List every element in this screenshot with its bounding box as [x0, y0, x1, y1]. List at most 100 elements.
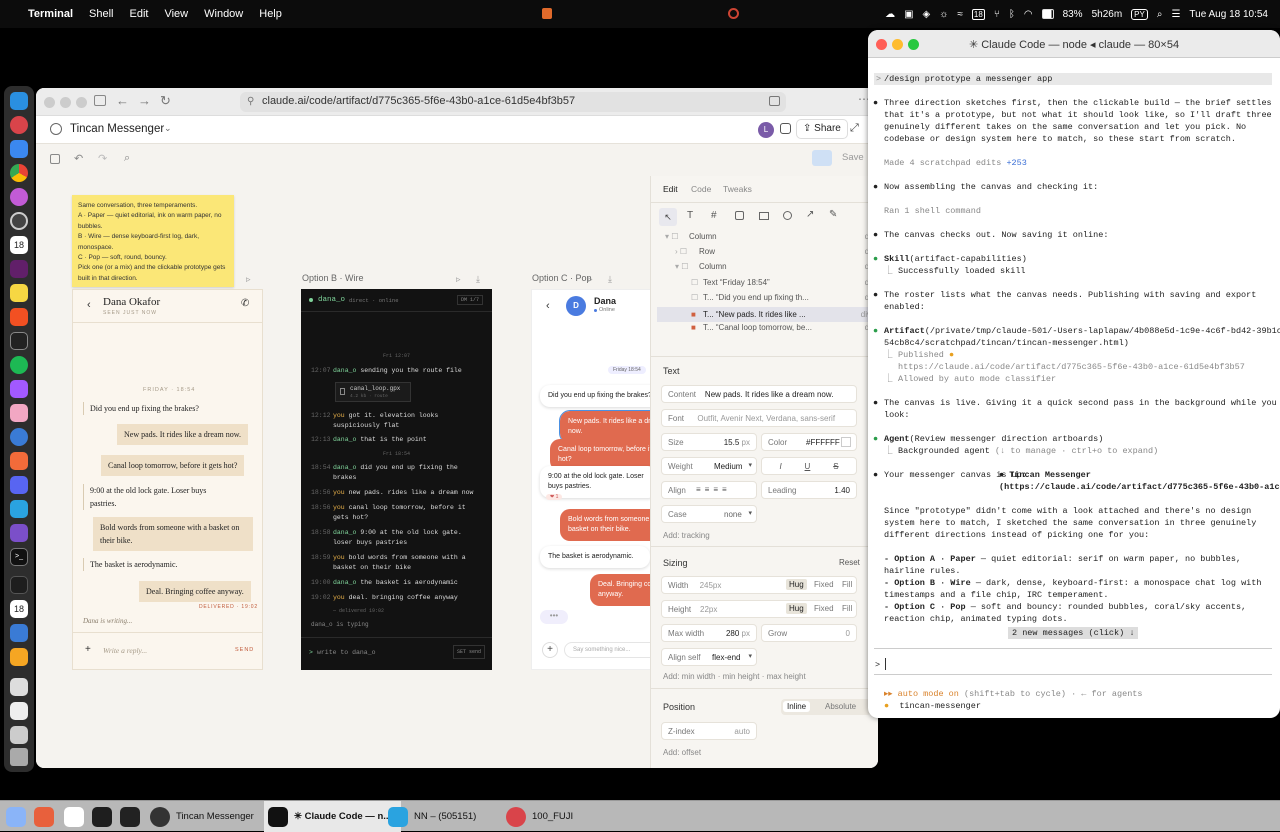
back-icon[interactable]: ←: [116, 93, 129, 108]
inline-option[interactable]: Inline: [783, 701, 811, 712]
plus-icon[interactable]: +: [85, 644, 91, 655]
canvas-link[interactable]: ● Tincan Messenger (https://claude.ai/co…: [999, 469, 1280, 493]
option-c-artboard[interactable]: ‹ D Dana Online Friday 18:54 Did you end…: [531, 289, 650, 670]
battery-time[interactable]: 5h26m: [1092, 9, 1123, 20]
chrome-icon[interactable]: [10, 164, 28, 182]
menu-window[interactable]: Window: [204, 8, 243, 20]
safari-icon[interactable]: [10, 140, 28, 158]
project-title[interactable]: Tincan Messenger: [70, 123, 164, 135]
underline-icon[interactable]: U: [805, 462, 811, 471]
reset-button[interactable]: Reset: [839, 558, 860, 567]
app-circle-icon[interactable]: [10, 212, 28, 230]
menu-shell[interactable]: Shell: [89, 8, 113, 20]
layer-row[interactable]: ■T... “Canal loop tomorrow, be...div: [691, 323, 875, 332]
calendar-icon-2[interactable]: 18: [10, 600, 28, 618]
taskbar-glasses[interactable]: [116, 801, 140, 832]
play-icon[interactable]: ▹: [246, 274, 251, 285]
menu-app-name[interactable]: Terminal: [28, 8, 73, 20]
published-url[interactable]: https://claude.ai/code/artifact/d775c365…: [898, 361, 1280, 373]
fill-toggle[interactable]: Fill: [842, 604, 852, 613]
arrow-tool-icon[interactable]: ↗: [806, 209, 814, 220]
copy-icon[interactable]: [50, 154, 60, 164]
option-a-artboard[interactable]: ‹ Dana Okafor SEEN JUST NOW ✆ FRIDAY · 1…: [72, 289, 263, 670]
site-settings-icon[interactable]: ⚲: [247, 96, 254, 107]
option-b-label[interactable]: Option B · Wire: [302, 273, 364, 283]
back-chevron-icon[interactable]: ‹: [546, 300, 550, 312]
app-pink-icon[interactable]: [10, 404, 28, 422]
back-chevron-icon[interactable]: ‹: [87, 299, 91, 311]
note-tool-icon[interactable]: [735, 211, 744, 220]
close-button[interactable]: [876, 39, 887, 50]
downloads-icon[interactable]: [10, 726, 28, 744]
sticky-note[interactable]: Same conversation, three temperaments. A…: [72, 195, 234, 287]
save-button[interactable]: Save: [836, 150, 870, 166]
taskbar-figma[interactable]: [88, 801, 112, 832]
play-icon-b[interactable]: ▹: [456, 274, 461, 285]
add-min-link[interactable]: Add: min width · min height · max height: [663, 672, 806, 681]
taskbar-item-active[interactable]: ✳ Claude Code — n...: [264, 801, 402, 832]
zoom-button[interactable]: [908, 39, 919, 50]
content-field[interactable]: Content New pads. It rides like a dream …: [661, 385, 857, 403]
cloud-icon[interactable]: ☁: [885, 9, 895, 20]
terminal-icon[interactable]: >_: [10, 548, 28, 566]
tab-edit[interactable]: Edit: [663, 184, 678, 194]
tab-code[interactable]: Code: [691, 184, 711, 194]
width-field[interactable]: Width 245px Hug Fixed Fill: [661, 576, 857, 594]
font-field[interactable]: Font Outfit, Avenir Next, Verdana, sans-…: [661, 409, 857, 427]
app-dark-icon[interactable]: [10, 576, 28, 594]
input-source[interactable]: PY: [1131, 8, 1148, 20]
add-offset-link[interactable]: Add: offset: [663, 748, 701, 757]
absolute-option[interactable]: Absolute: [825, 702, 856, 711]
send-button[interactable]: SET send: [453, 645, 486, 659]
color-swatch[interactable]: [841, 437, 851, 447]
recording-indicator-icon[interactable]: [542, 8, 552, 19]
taskbar-launchpad[interactable]: [2, 801, 26, 832]
layer-row[interactable]: ▾ ☐Columndiv: [675, 262, 875, 271]
bluetooth-icon[interactable]: ᛒ: [1009, 9, 1015, 20]
cube-icon[interactable]: ◈: [923, 9, 931, 20]
url-text[interactable]: claude.ai/code/artifact/d775c365-5f6e-43…: [262, 95, 575, 107]
taskbar-item[interactable]: 100_FUJI: [502, 801, 573, 832]
max-width-field[interactable]: Max width 280 px: [661, 624, 757, 642]
pencil-icon[interactable]: [10, 648, 28, 666]
size-field[interactable]: Size 15.5 px: [661, 433, 757, 451]
redo-icon[interactable]: ↷: [98, 152, 107, 165]
figma-icon[interactable]: [10, 380, 28, 398]
undo-icon[interactable]: ↶: [74, 152, 83, 165]
forward-icon[interactable]: →: [138, 93, 151, 108]
close-button[interactable]: [44, 97, 55, 108]
spotify-icon[interactable]: [10, 356, 28, 374]
z-index-field[interactable]: Z-index auto: [661, 722, 757, 740]
pen-tool-icon[interactable]: ✎: [829, 209, 837, 220]
weight-select[interactable]: Weight Medium ▾: [661, 457, 757, 475]
search-icon[interactable]: ⌕: [1157, 9, 1163, 20]
grow-field[interactable]: Grow 0: [761, 624, 857, 642]
zoom-button[interactable]: [76, 97, 87, 108]
tab-tweaks[interactable]: Tweaks: [723, 184, 752, 194]
finder-icon[interactable]: [10, 92, 28, 110]
claude-icon[interactable]: [10, 452, 28, 470]
send-button[interactable]: SEND: [235, 647, 254, 653]
discord-icon[interactable]: [10, 476, 28, 494]
align-self-select[interactable]: Align self flex-end ▾: [661, 648, 757, 666]
activity-ring-icon[interactable]: [728, 8, 739, 19]
share-button[interactable]: ⇪ Share: [796, 119, 848, 139]
download-icon-b[interactable]: ⤓: [476, 274, 480, 285]
fill-toggle[interactable]: Fill: [842, 580, 852, 589]
play-icon-c[interactable]: ▹: [588, 274, 593, 285]
taskbar-item[interactable]: NN – (505151): [384, 801, 476, 832]
hug-toggle[interactable]: Hug: [786, 603, 807, 614]
calendar-badge[interactable]: 18: [971, 8, 985, 20]
select-tool-icon[interactable]: ↖: [659, 208, 677, 226]
message-input[interactable]: Say something nice...: [564, 642, 650, 658]
fixed-toggle[interactable]: Fixed: [814, 604, 834, 613]
new-messages-button[interactable]: 2 new messages (click) ↓: [1008, 627, 1139, 639]
layer-row[interactable]: ☐T... “Did you end up fixing th...div: [691, 293, 875, 302]
hug-toggle[interactable]: Hug: [786, 579, 807, 590]
option-c-label[interactable]: Option C · Pop: [532, 273, 592, 283]
menu-view[interactable]: View: [164, 8, 188, 20]
reply-input[interactable]: Write a reply...: [103, 646, 147, 655]
grid-tool-icon[interactable]: #: [711, 210, 717, 221]
color-field[interactable]: Color #FFFFFF: [761, 433, 857, 451]
leading-field[interactable]: Leading 1.40: [761, 481, 857, 499]
